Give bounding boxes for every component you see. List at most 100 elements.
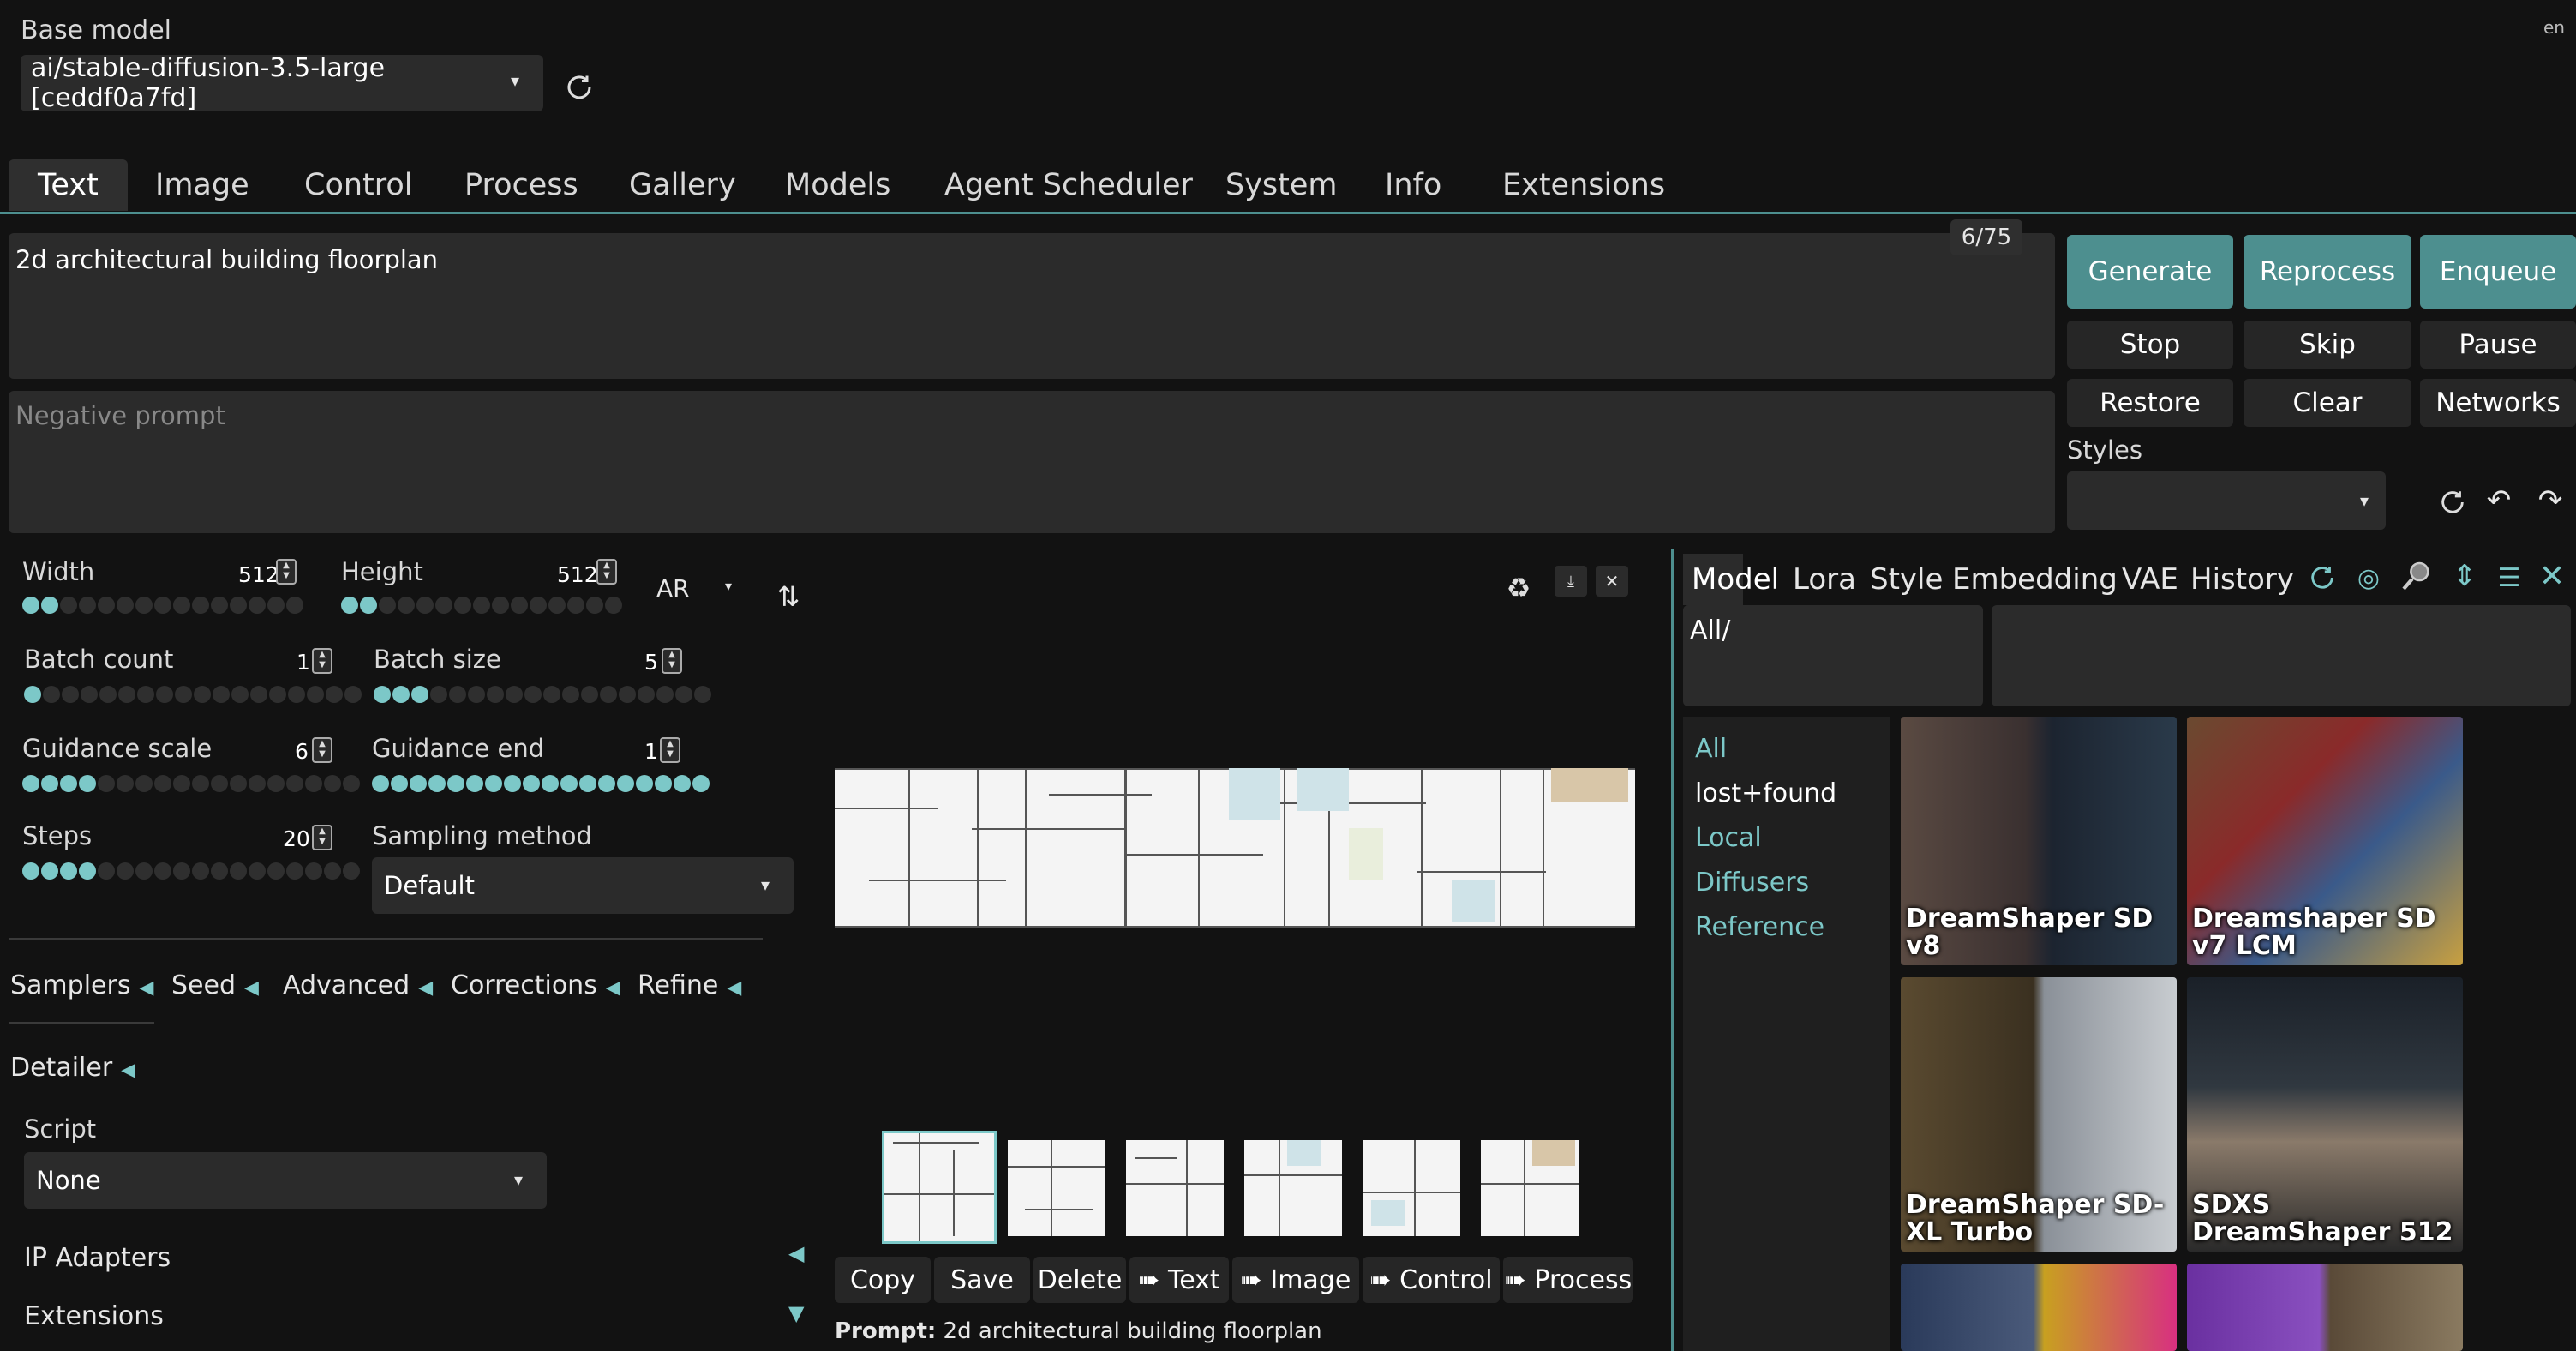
target-icon[interactable]: ◎ xyxy=(2351,561,2386,595)
tab-text[interactable]: Text xyxy=(9,159,128,211)
networks-tab-style[interactable]: Style xyxy=(1870,562,1943,597)
gallery-thumbnail[interactable] xyxy=(1126,1140,1224,1236)
restore-button[interactable]: Restore xyxy=(2067,379,2233,427)
vertical-expand-icon[interactable]: ⇕ xyxy=(2447,557,2482,595)
guidance-scale-value[interactable]: 6 xyxy=(295,739,309,764)
language-indicator[interactable]: en xyxy=(2543,17,2565,38)
triangle-left-icon[interactable]: ◀ xyxy=(788,1241,804,1265)
sampling-method-select[interactable]: Default ▾ xyxy=(372,857,794,914)
close-icon[interactable]: ✕ xyxy=(2535,557,2569,595)
delete-button[interactable]: Delete xyxy=(1033,1257,1126,1303)
reprocess-button[interactable]: Reprocess xyxy=(2244,235,2411,309)
batch-count-slider[interactable] xyxy=(24,686,362,703)
enqueue-button[interactable]: Enqueue xyxy=(2420,235,2576,309)
batch-size-slider[interactable] xyxy=(374,686,711,703)
folder-item-all[interactable]: All xyxy=(1695,734,1727,764)
height-value[interactable]: 512 xyxy=(557,562,598,587)
tab-extensions[interactable]: Extensions xyxy=(1502,159,1665,211)
send-to-text-button[interactable]: ➠ Text xyxy=(1129,1257,1229,1303)
gallery-thumbnail[interactable] xyxy=(1244,1140,1342,1236)
networks-tab-vae[interactable]: VAE xyxy=(2122,562,2178,597)
prompt-input[interactable]: 2d architectural building floorplan xyxy=(9,233,2055,379)
model-card[interactable]: DreamShaper SD v8 xyxy=(1901,717,2177,965)
steps-slider[interactable] xyxy=(22,862,360,880)
model-select[interactable]: ai/stable-diffusion-3.5-large [ceddf0a7f… xyxy=(21,53,543,113)
batch-count-stepper[interactable]: ▲ ▼ xyxy=(312,648,332,674)
triangle-down-icon[interactable]: ▼ xyxy=(788,1301,804,1325)
height-stepper[interactable]: ▲ ▼ xyxy=(596,559,617,585)
networks-path-input[interactable]: All/ xyxy=(1683,605,1983,706)
width-slider[interactable] xyxy=(22,597,303,614)
recycle-icon[interactable]: ♻ xyxy=(1501,571,1536,605)
ar-select[interactable]: AR xyxy=(656,574,690,603)
tab-agent-scheduler[interactable]: Agent Scheduler xyxy=(944,159,1193,211)
folder-item-local[interactable]: Local xyxy=(1695,823,1762,853)
download-icon[interactable]: ⤓ xyxy=(1555,566,1587,597)
refresh-icon[interactable] xyxy=(2305,561,2339,595)
seed-accordion[interactable]: Seed ◀ xyxy=(171,970,259,1000)
width-value[interactable]: 512 xyxy=(238,562,279,587)
guidance-scale-stepper[interactable]: ▲ ▼ xyxy=(312,737,332,763)
tab-image[interactable]: Image xyxy=(155,159,249,211)
generate-button[interactable]: Generate xyxy=(2067,235,2233,309)
model-card[interactable] xyxy=(2187,1264,2463,1351)
tab-control[interactable]: Control xyxy=(304,159,413,211)
networks-tab-embedding[interactable]: Embedding xyxy=(1952,562,2118,597)
samplers-accordion[interactable]: Samplers ◀ xyxy=(10,970,153,1000)
model-card[interactable]: SDXS DreamShaper 512 xyxy=(2187,977,2463,1252)
tab-gallery[interactable]: Gallery xyxy=(629,159,736,211)
gallery-thumbnail[interactable] xyxy=(1008,1140,1105,1236)
refresh-styles-icon[interactable] xyxy=(2435,485,2470,519)
guidance-scale-slider[interactable] xyxy=(22,775,360,792)
redo-icon[interactable]: ↷ xyxy=(2533,483,2567,518)
swap-dimensions-icon[interactable]: ⇅ xyxy=(771,578,806,615)
skip-button[interactable]: Skip xyxy=(2244,321,2411,369)
batch-size-stepper[interactable]: ▲ ▼ xyxy=(662,648,682,674)
guidance-end-slider[interactable] xyxy=(372,775,710,792)
send-to-process-button[interactable]: ➠ Process xyxy=(1503,1257,1633,1303)
negative-prompt-input[interactable]: Negative prompt xyxy=(9,391,2055,533)
model-card[interactable]: DreamShaper SD-XL Turbo xyxy=(1901,977,2177,1252)
tab-process[interactable]: Process xyxy=(464,159,578,211)
list-icon[interactable]: ☰ xyxy=(2492,561,2526,595)
stop-button[interactable]: Stop xyxy=(2067,321,2233,369)
batch-size-value[interactable]: 5 xyxy=(644,650,658,675)
networks-search-input[interactable] xyxy=(1992,605,2571,706)
refresh-icon[interactable] xyxy=(560,69,598,106)
gallery-thumbnail[interactable] xyxy=(1481,1140,1579,1236)
batch-count-value[interactable]: 1 xyxy=(297,650,310,675)
model-card[interactable]: Dreamshaper SD v7 LCM xyxy=(2187,717,2463,965)
extensions-accordion[interactable]: Extensions xyxy=(24,1301,164,1331)
folder-item-diffusers[interactable]: Diffusers xyxy=(1695,868,1809,898)
guidance-end-stepper[interactable]: ▲ ▼ xyxy=(660,737,680,763)
tab-system[interactable]: System xyxy=(1225,159,1338,211)
steps-value[interactable]: 20 xyxy=(283,826,310,851)
width-stepper[interactable]: ▲ ▼ xyxy=(276,559,297,585)
corrections-accordion[interactable]: Corrections ◀ xyxy=(451,970,620,1000)
send-to-image-button[interactable]: ➠ Image xyxy=(1232,1257,1359,1303)
script-select[interactable]: None ▾ xyxy=(24,1152,547,1209)
model-card[interactable] xyxy=(1901,1264,2177,1351)
steps-stepper[interactable]: ▲ ▼ xyxy=(312,825,332,850)
guidance-end-value[interactable]: 1 xyxy=(644,739,658,764)
pause-button[interactable]: Pause xyxy=(2420,321,2576,369)
advanced-accordion[interactable]: Advanced ◀ xyxy=(283,970,433,1000)
ip-adapters-accordion[interactable]: IP Adapters xyxy=(24,1243,171,1273)
networks-tab-model[interactable]: Model xyxy=(1692,562,1779,597)
networks-tab-lora[interactable]: Lora xyxy=(1793,562,1856,597)
detailer-accordion[interactable]: Detailer ◀ xyxy=(10,1053,135,1083)
send-to-control-button[interactable]: ➠ Control xyxy=(1363,1257,1500,1303)
gallery-thumbnail[interactable] xyxy=(1363,1140,1460,1236)
copy-button[interactable]: Copy xyxy=(835,1257,931,1303)
refine-accordion[interactable]: Refine ◀ xyxy=(638,970,741,1000)
folder-item-reference[interactable]: Reference xyxy=(1695,912,1824,942)
save-button[interactable]: Save xyxy=(934,1257,1030,1303)
styles-select[interactable]: ▾ xyxy=(2067,471,2386,530)
generated-image-preview[interactable] xyxy=(835,768,1635,928)
undo-icon[interactable]: ↶ xyxy=(2482,483,2516,518)
tab-models[interactable]: Models xyxy=(785,159,890,211)
networks-tab-history[interactable]: History xyxy=(2190,562,2294,597)
height-slider[interactable] xyxy=(341,597,622,614)
search-icon[interactable] xyxy=(2398,557,2435,595)
tab-info[interactable]: Info xyxy=(1385,159,1441,211)
